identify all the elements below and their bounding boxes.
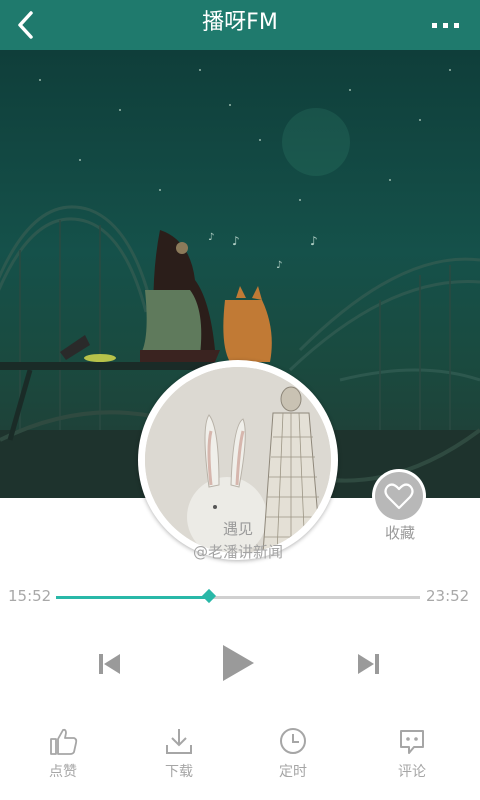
timer-label: 定时 [279, 764, 307, 780]
page-title: 播呀FM [202, 10, 278, 35]
more-dots-icon [432, 23, 459, 28]
download-label: 下载 [165, 764, 193, 780]
timer-button[interactable]: 定时 [253, 725, 333, 785]
clock-icon [280, 728, 306, 754]
progress-fill [56, 596, 209, 599]
song-title: 遇见 [222, 520, 253, 538]
play-icon [223, 645, 254, 681]
svg-text:♪: ♪ [208, 232, 214, 243]
more-button[interactable] [426, 12, 466, 38]
comment-button[interactable]: 评论 [372, 725, 452, 785]
heart-icon [384, 483, 414, 510]
skip-previous-icon [99, 654, 120, 674]
play-button[interactable] [218, 643, 258, 683]
download-icon [166, 729, 192, 754]
progress-thumb[interactable] [201, 588, 216, 604]
elapsed-time: 15:52 [8, 587, 52, 605]
thumbs-up-icon [50, 728, 78, 755]
favorite-button[interactable] [372, 469, 426, 523]
like-button[interactable]: 点赞 [23, 725, 103, 785]
svg-text:♪: ♪ [310, 234, 318, 248]
comment-label: 评论 [398, 764, 426, 780]
total-time: 23:52 [426, 587, 470, 605]
top-bar: 播呀FM [0, 0, 480, 50]
svg-text:♪: ♪ [232, 234, 240, 248]
svg-text:♪: ♪ [276, 260, 282, 271]
favorite-label[interactable]: 收藏 [370, 522, 430, 543]
skip-next-icon [358, 654, 379, 674]
next-button[interactable] [354, 650, 382, 678]
favorite-button-circle [375, 472, 423, 520]
previous-button[interactable] [96, 650, 124, 678]
progress-bar[interactable] [56, 596, 420, 599]
like-label: 点赞 [49, 764, 77, 780]
download-button[interactable]: 下载 [139, 725, 219, 785]
song-author: @老潘讲新闻 [192, 543, 283, 561]
comment-icon [400, 730, 424, 754]
